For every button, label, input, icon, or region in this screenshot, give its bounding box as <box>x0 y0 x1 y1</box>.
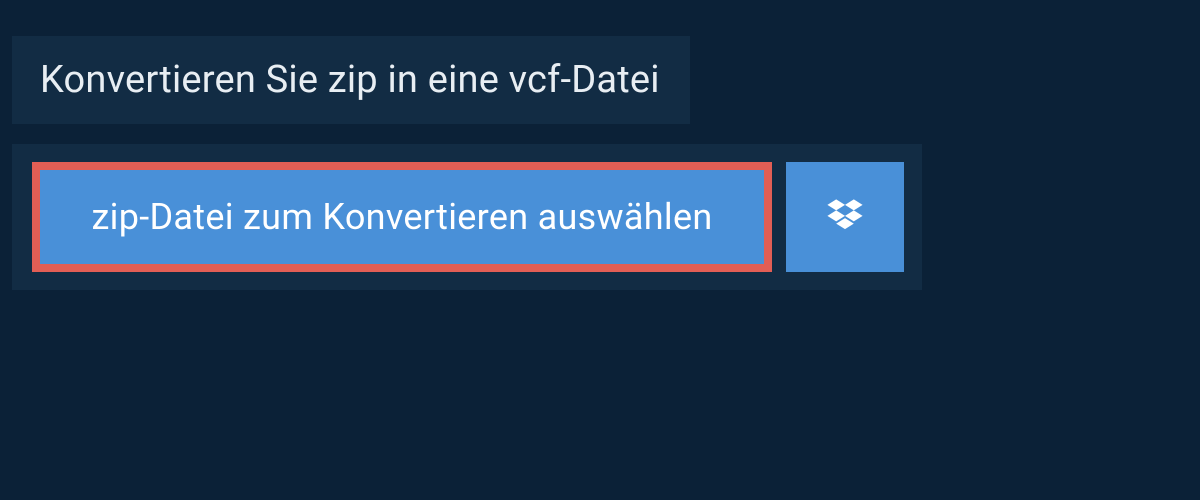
dropbox-icon <box>823 195 867 239</box>
page-title: Konvertieren Sie zip in eine vcf-Datei <box>40 58 660 102</box>
upload-panel: zip-Datei zum Konvertieren auswählen <box>12 144 922 290</box>
dropbox-button[interactable] <box>786 162 904 272</box>
select-file-label: zip-Datei zum Konvertieren auswählen <box>91 196 712 238</box>
select-file-button[interactable]: zip-Datei zum Konvertieren auswählen <box>32 162 772 272</box>
header-bar: Konvertieren Sie zip in eine vcf-Datei <box>12 36 690 124</box>
